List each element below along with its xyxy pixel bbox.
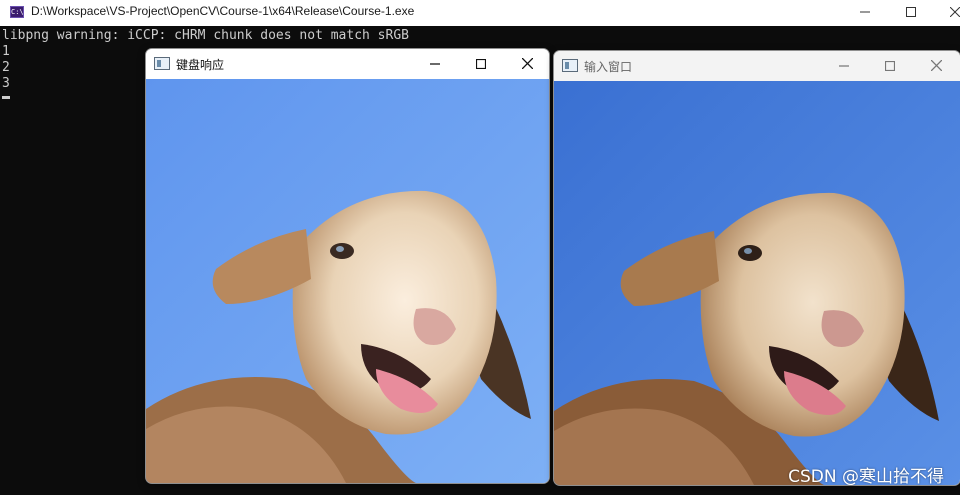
console-line: 2: [2, 60, 10, 75]
window-titlebar[interactable]: 键盘响应: [146, 49, 549, 79]
minimize-icon: [839, 65, 849, 67]
console-app-icon: C:\: [10, 6, 24, 18]
image-canvas: [554, 81, 960, 485]
console-line: 1: [2, 44, 10, 59]
console-titlebar[interactable]: C:\ D:\Workspace\VS-Project\OpenCV\Cours…: [0, 0, 960, 26]
lamb-photo: [554, 81, 960, 485]
input-window[interactable]: 输入窗口: [553, 50, 960, 486]
console-minimize-button[interactable]: [842, 0, 888, 24]
window-minimize-button[interactable]: [415, 51, 455, 77]
console-line: libpng warning: iCCP: cHRM chunk does no…: [2, 28, 409, 43]
maximize-icon: [884, 60, 896, 72]
maximize-icon: [475, 58, 487, 70]
maximize-icon: [906, 6, 916, 17]
window-title: 键盘响应: [176, 58, 225, 72]
window-app-icon: [154, 57, 170, 70]
window-maximize-button[interactable]: [870, 53, 910, 79]
close-icon: [521, 57, 533, 70]
window-app-icon: [562, 59, 578, 72]
watermark: CSDN @寒山拾不得: [788, 467, 944, 487]
keyboard-response-window[interactable]: 键盘响应: [145, 48, 550, 484]
close-icon: [949, 6, 960, 17]
window-titlebar[interactable]: 输入窗口: [554, 51, 960, 81]
window-close-button[interactable]: [507, 51, 547, 77]
console-title: D:\Workspace\VS-Project\OpenCV\Course-1\…: [31, 4, 415, 18]
window-maximize-button[interactable]: [461, 51, 501, 77]
lamb-photo: [146, 79, 549, 483]
console-maximize-button[interactable]: [888, 0, 934, 24]
image-canvas: [146, 79, 549, 483]
window-close-button[interactable]: [916, 53, 956, 79]
close-icon: [930, 59, 942, 72]
window-minimize-button[interactable]: [824, 53, 864, 79]
window-title: 输入窗口: [584, 60, 633, 74]
minimize-icon: [430, 63, 440, 65]
text-cursor: [2, 96, 10, 99]
minimize-icon: [860, 11, 870, 12]
console-close-button[interactable]: [932, 0, 960, 24]
console-line: 3: [2, 76, 10, 91]
